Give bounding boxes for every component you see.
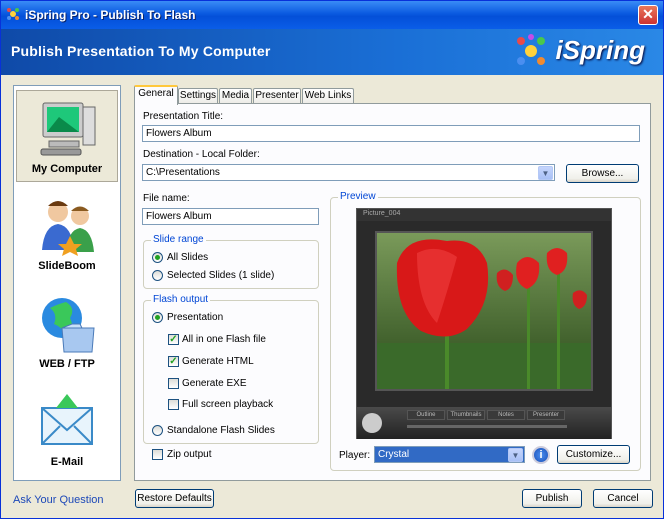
sidebar-item-label: WEB / FTP [39, 358, 95, 370]
sidebar-item-email[interactable]: E-Mail [16, 384, 118, 476]
header-title: Publish Presentation To My Computer [11, 43, 271, 59]
all-slides-label: All Slides [167, 252, 209, 263]
ask-question-link[interactable]: Ask Your Question [13, 494, 104, 506]
sidebar-item-label: E-Mail [50, 456, 84, 468]
chevron-down-icon[interactable]: ▼ [538, 166, 553, 180]
ispring-logo-icon [517, 34, 545, 65]
preview-title: Preview [338, 191, 378, 202]
cancel-button[interactable]: Cancel [593, 489, 653, 508]
sidebar-item-my-computer[interactable]: My Computer [16, 90, 118, 182]
player-controls: Outline Thumbnails Notes Presenter [357, 407, 611, 439]
close-button[interactable]: ✕ [638, 5, 658, 25]
play-icon[interactable] [362, 413, 382, 433]
thumbnails-tab[interactable]: Thumbnails [447, 410, 485, 420]
title-bar: iSpring Pro - Publish To Flash ✕ [1, 1, 663, 29]
globe-folder-icon [42, 298, 95, 353]
player-dropdown[interactable]: Crystal ▼ [374, 446, 525, 463]
seek-bar[interactable] [407, 425, 567, 428]
full-screen-label: Full screen playback [182, 399, 274, 410]
chevron-down-icon[interactable]: ▼ [508, 448, 523, 462]
all-in-one-checkbox[interactable]: ✓ [168, 334, 179, 345]
destination-value: C:\Presentations [146, 167, 220, 178]
customize-button[interactable]: Customize... [557, 445, 630, 464]
envelope-icon [41, 394, 93, 445]
notes-tab[interactable]: Notes [487, 410, 525, 420]
tab-web-links[interactable]: Web Links [302, 88, 354, 104]
player-preview: Picture_004 Outline Thumbnails Notes Pre… [356, 208, 612, 439]
tab-media[interactable]: Media [219, 88, 252, 104]
flash-output-title: Flash output [151, 294, 211, 305]
sidebar-item-slideboom[interactable]: SlideBoom [16, 188, 118, 280]
people-icon [42, 201, 94, 256]
presenter-tab[interactable]: Presenter [527, 410, 565, 420]
player-caption: Picture_004 [363, 210, 401, 217]
sidebar-item-label: My Computer [31, 163, 103, 175]
selected-slides-label: Selected Slides (1 slide) [167, 270, 275, 281]
presentation-label: Presentation [167, 312, 224, 323]
all-in-one-label: All in one Flash file [182, 334, 266, 345]
generate-exe-label: Generate EXE [182, 378, 247, 389]
slide-image [375, 231, 593, 391]
outline-tab[interactable]: Outline [407, 410, 445, 420]
file-name-field[interactable]: Flowers Album [142, 208, 319, 225]
tab-presenter[interactable]: Presenter [253, 88, 301, 104]
standalone-radio[interactable] [152, 425, 163, 436]
standalone-label: Standalone Flash Slides [167, 425, 275, 436]
sidebar-item-label: SlideBoom [38, 260, 96, 272]
ispring-app-icon [7, 8, 19, 20]
zip-output-checkbox[interactable] [152, 449, 163, 460]
presentation-title-label: Presentation Title: [143, 111, 224, 122]
file-name-label: File name: [143, 193, 190, 204]
tab-general[interactable]: General [134, 85, 178, 105]
ispring-logo: iSpring [555, 35, 645, 65]
computer-icon [40, 102, 96, 156]
player-title-bar: Picture_004 [357, 209, 611, 221]
publish-button[interactable]: Publish [522, 489, 582, 508]
slide-range-group: Slide range [143, 234, 319, 289]
destination-dropdown[interactable]: C:\Presentations ▼ [142, 164, 555, 181]
generate-exe-checkbox[interactable] [168, 378, 179, 389]
generate-html-checkbox[interactable]: ✓ [168, 356, 179, 367]
tulip-photo-icon [377, 233, 591, 389]
zip-output-label: Zip output [167, 449, 212, 460]
presentation-title-field[interactable]: Flowers Album [142, 125, 640, 142]
publish-window: iSpring Pro - Publish To Flash ✕ Publish… [0, 0, 664, 519]
destination-label: Destination - Local Folder: [143, 149, 260, 160]
publish-target-sidebar: My Computer SlideBoom WEB / FTP E-Mail [13, 85, 121, 481]
tab-settings[interactable]: Settings [178, 88, 218, 104]
info-icon[interactable]: i [532, 446, 550, 464]
player-value: Crystal [378, 449, 410, 460]
player-label: Player: [339, 450, 371, 461]
restore-defaults-button[interactable]: Restore Defaults [135, 489, 214, 508]
sidebar-item-web-ftp[interactable]: WEB / FTP [16, 286, 118, 378]
slide-range-title: Slide range [151, 234, 206, 245]
presentation-radio[interactable] [152, 312, 163, 323]
full-screen-checkbox[interactable] [168, 399, 179, 410]
header-banner: Publish Presentation To My Computer iSpr… [1, 29, 663, 75]
browse-button[interactable]: Browse... [566, 164, 639, 183]
selected-slides-radio[interactable] [152, 270, 163, 281]
window-title: iSpring Pro - Publish To Flash [25, 8, 196, 22]
generate-html-label: Generate HTML [182, 356, 254, 367]
all-slides-radio[interactable] [152, 252, 163, 263]
